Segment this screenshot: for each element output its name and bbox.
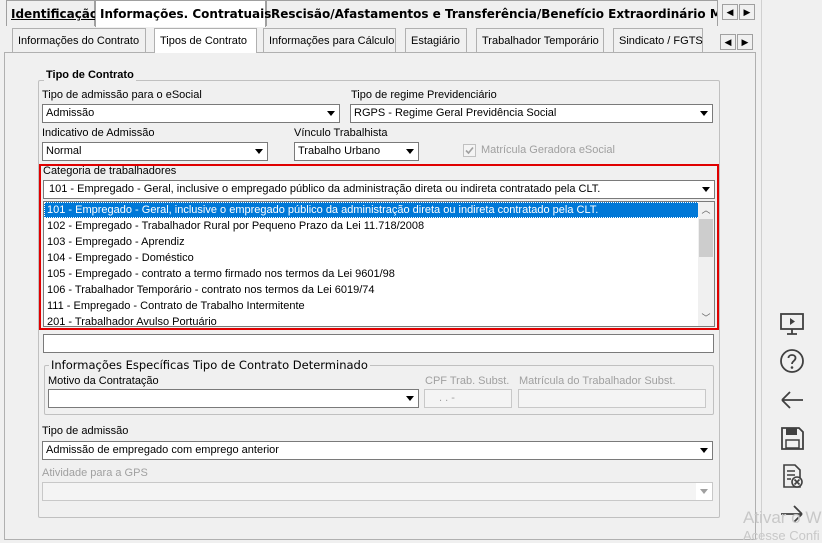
subtab-sindicato-fgts[interactable]: Sindicato / FGTS (613, 28, 703, 52)
subtab-label: Informações do Contrato (18, 35, 140, 47)
tipo-admissao-esocial-select[interactable]: Admissão (42, 104, 340, 123)
tab-informacoes-contratuais[interactable]: Informações. Contratuais (95, 0, 271, 27)
chevron-down-icon[interactable] (696, 483, 712, 500)
subtab-label: Trabalhador Temporário (482, 35, 599, 47)
group-title: Informações Específicas Tipo de Contrato… (49, 358, 370, 372)
list-item[interactable]: 103 - Empregado - Aprendiz (44, 234, 714, 250)
tipo-admissao-label: Tipo de admissão (42, 425, 129, 437)
group-title: Tipo de Contrato (44, 69, 136, 81)
subtab-label: Informações para Cálculo (269, 35, 395, 47)
cpf-subst-label: CPF Trab. Subst. (425, 375, 510, 387)
subtab-label: Tipos de Contrato (160, 35, 248, 47)
chevron-down-icon[interactable] (696, 442, 712, 459)
chevron-up-icon[interactable]: ︿ (698, 202, 714, 218)
matricula-subst-label: Matrícula do Trabalhador Subst. (519, 375, 676, 387)
categoria-dropdown-list[interactable]: 101 - Empregado - Geral, inclusive o emp… (43, 201, 715, 327)
select-value: RGPS - Regime Geral Previdência Social (354, 107, 557, 119)
list-item[interactable]: 102 - Empregado - Trabalhador Rural por … (44, 218, 714, 234)
vinculo-label: Vínculo Trabalhista (294, 127, 388, 139)
tipo-regime-label: Tipo de regime Previdenciário (351, 89, 497, 101)
subtab-trabalhador-temporario[interactable]: Trabalhador Temporário (476, 28, 604, 52)
cancel-document-icon[interactable] (778, 462, 806, 490)
chevron-down-icon[interactable] (402, 143, 418, 160)
watermark-text: Ativar o W (743, 508, 822, 527)
categoria-label: Categoria de trabalhadores (43, 165, 177, 177)
back-arrow-icon[interactable] (778, 386, 806, 414)
list-item[interactable]: 105 - Empregado - contrato a termo firma… (44, 266, 714, 282)
right-toolbar (761, 0, 822, 540)
vinculo-select[interactable]: Trabalho Urbano (294, 142, 419, 161)
tipo-admissao-esocial-label: Tipo de admissão para o eSocial (42, 89, 202, 101)
presentation-icon[interactable] (778, 310, 806, 338)
list-item[interactable]: 111 - Empregado - Contrato de Trabalho I… (44, 298, 714, 314)
input-value: . . - (439, 392, 455, 404)
subtab-label: Estagiário (411, 35, 460, 47)
tab-rescisao[interactable]: Rescisão/Afastamentos e Transferência/Be… (266, 0, 718, 26)
indicativo-admissao-select[interactable]: Normal (42, 142, 268, 161)
tab-scroll-left-button[interactable]: ◀ (722, 4, 738, 20)
watermark-text: Acesse Confi (743, 528, 820, 543)
select-value: 101 - Empregado - Geral, inclusive o emp… (49, 183, 601, 195)
select-value: Admissão (46, 107, 95, 119)
matricula-subst-input[interactable] (518, 389, 706, 408)
chevron-down-icon[interactable] (696, 105, 712, 122)
atividade-gps-select[interactable] (42, 482, 713, 501)
indicativo-admissao-label: Indicativo de Admissão (42, 127, 155, 139)
tab-label: Rescisão/Afastamentos e Transferência/Be… (271, 7, 718, 21)
checkmark-icon (465, 146, 474, 155)
subtab-informacoes-contrato[interactable]: Informações do Contrato (12, 28, 146, 52)
select-value: Admissão de empregado com emprego anteri… (46, 444, 279, 456)
cpf-subst-input[interactable]: . . - (424, 389, 512, 408)
subtab-scroll-left-button[interactable]: ◀ (720, 34, 736, 50)
chevron-down-icon[interactable]: ﹀ (698, 310, 714, 326)
help-icon[interactable] (778, 347, 806, 375)
tipo-regime-select[interactable]: RGPS - Regime Geral Previdência Social (350, 104, 713, 123)
subtab-label: Sindicato / FGTS (619, 35, 703, 47)
tab-label: Identificação (11, 7, 99, 21)
select-value: Trabalho Urbano (298, 145, 381, 157)
motivo-select[interactable] (48, 389, 419, 408)
subtab-informacoes-calculo[interactable]: Informações para Cálculo (263, 28, 396, 52)
dropdown-scrollbar[interactable]: ︿ ﹀ (698, 202, 714, 326)
list-item[interactable]: 101 - Empregado - Geral, inclusive o emp… (44, 202, 714, 218)
select-value: Normal (46, 145, 82, 157)
categoria-select[interactable]: 101 - Empregado - Geral, inclusive o emp… (43, 180, 715, 199)
matricula-geradora-label: Matrícula Geradora eSocial (481, 144, 615, 156)
subtab-estagiario[interactable]: Estagiário (405, 28, 467, 52)
tipo-admissao-select[interactable]: Admissão de empregado com emprego anteri… (42, 441, 713, 460)
subtab-tipos-contrato[interactable]: Tipos de Contrato (154, 28, 257, 53)
chevron-down-icon[interactable] (698, 181, 714, 198)
list-item[interactable]: 201 - Trabalhador Avulso Portuário (44, 314, 714, 326)
chevron-down-icon[interactable] (402, 390, 418, 407)
chevron-down-icon[interactable] (251, 143, 267, 160)
list-item[interactable]: 106 - Trabalhador Temporário - contrato … (44, 282, 714, 298)
hidden-field[interactable] (43, 334, 714, 353)
list-item[interactable]: 104 - Empregado - Doméstico (44, 250, 714, 266)
subtab-scroll-right-button[interactable]: ▶ (737, 34, 753, 50)
motivo-label: Motivo da Contratação (48, 375, 159, 387)
chevron-down-icon[interactable] (323, 105, 339, 122)
save-icon[interactable] (778, 424, 806, 452)
atividade-gps-label: Atividade para a GPS (42, 467, 148, 479)
tab-label: Informações. Contratuais (100, 7, 272, 21)
tab-scroll-right-button[interactable]: ▶ (739, 4, 755, 20)
matricula-geradora-checkbox[interactable] (463, 144, 476, 157)
scrollbar-thumb[interactable] (699, 219, 713, 257)
tab-identificacao[interactable]: Identificação (6, 0, 99, 26)
